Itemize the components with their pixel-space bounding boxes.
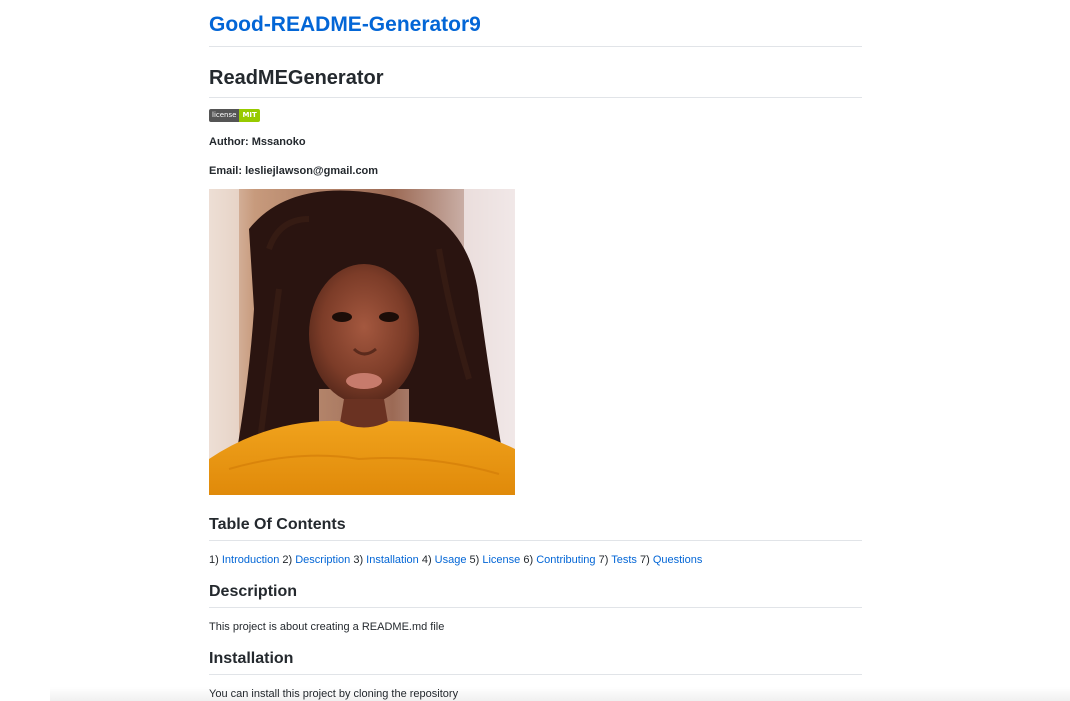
toc-num: 6) bbox=[523, 554, 534, 566]
license-badge[interactable]: license MIT bbox=[209, 109, 260, 122]
toc-heading: Table Of Contents bbox=[209, 515, 862, 541]
toc-link-installation[interactable]: Installation bbox=[366, 554, 419, 566]
description-heading: Description bbox=[209, 582, 862, 608]
description-text: This project is about creating a README.… bbox=[209, 621, 445, 633]
toc-num: 3) bbox=[353, 554, 364, 566]
toc-num: 7) bbox=[639, 554, 650, 566]
badge-label: license bbox=[209, 109, 240, 122]
toc-link-description[interactable]: Description bbox=[295, 554, 350, 566]
badge-value: MIT bbox=[239, 109, 260, 122]
toc-num: 2) bbox=[282, 554, 293, 566]
toc-link-contributing[interactable]: Contributing bbox=[536, 554, 595, 566]
toc-list: 1) Introduction 2) Description 3) Instal… bbox=[209, 553, 862, 567]
author-line: Author: Mssanoko bbox=[209, 136, 306, 148]
toc-link-introduction[interactable]: Introduction bbox=[222, 554, 279, 566]
toc-num: 5) bbox=[469, 554, 480, 566]
toc-link-usage[interactable]: Usage bbox=[435, 554, 467, 566]
repo-title-link[interactable]: Good-README-Generator9 bbox=[209, 0, 862, 47]
email-line: Email: lesliejlawson@gmail.com bbox=[209, 165, 379, 177]
readme-page: Good-README-Generator9 ReadMEGenerator l… bbox=[0, 0, 1070, 701]
toc-num: 4) bbox=[421, 554, 432, 566]
author-photo bbox=[209, 189, 515, 495]
toc-link-license[interactable]: License bbox=[482, 554, 520, 566]
toc-link-tests[interactable]: Tests bbox=[611, 554, 637, 566]
toc-num: 7) bbox=[598, 554, 609, 566]
toc-num: 1) bbox=[209, 554, 219, 566]
toc-link-questions[interactable]: Questions bbox=[653, 554, 703, 566]
readme-title: ReadMEGenerator bbox=[209, 47, 862, 98]
installation-heading: Installation bbox=[209, 649, 862, 675]
installation-text: You can install this project by cloning … bbox=[209, 688, 459, 700]
readme-content: Good-README-Generator9 ReadMEGenerator l… bbox=[209, 0, 862, 701]
